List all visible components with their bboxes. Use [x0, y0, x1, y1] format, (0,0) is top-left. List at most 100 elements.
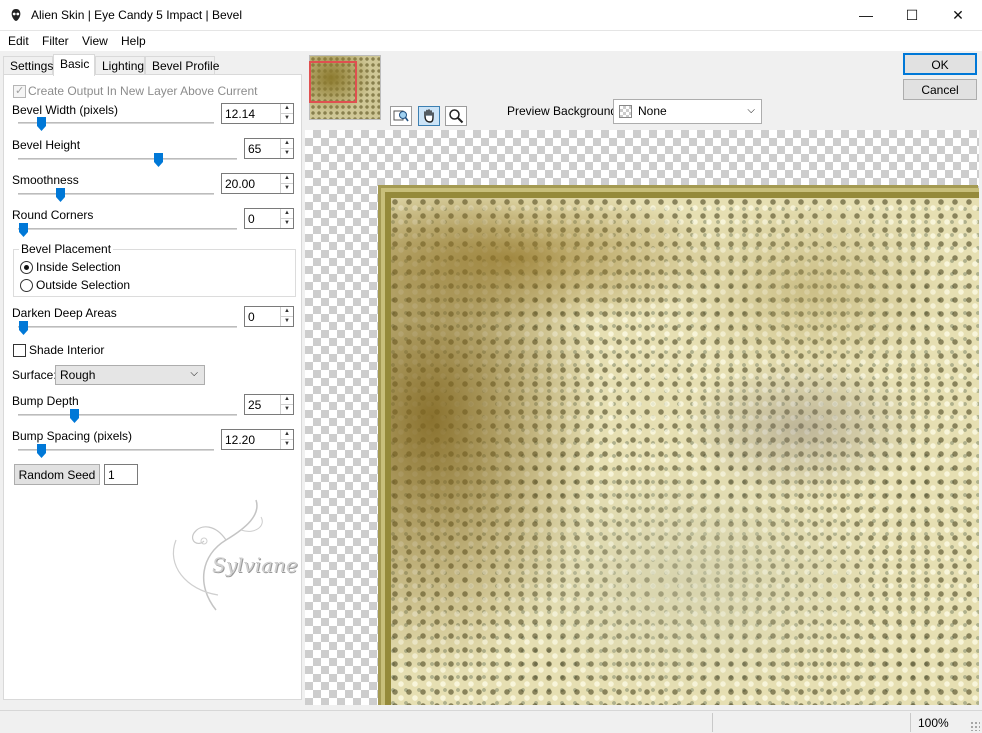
spin-up-icon[interactable]: ▲: [281, 209, 293, 218]
random-seed-button[interactable]: Random Seed: [14, 464, 100, 485]
minimize-button[interactable]: —: [843, 0, 889, 30]
menu-help[interactable]: Help: [121, 34, 146, 48]
resize-grip-icon[interactable]: [970, 721, 980, 731]
maximize-button[interactable]: ☐: [889, 0, 935, 30]
bevel-height-slider-track: [18, 158, 237, 160]
spin-up-icon[interactable]: ▲: [281, 307, 293, 316]
ok-button[interactable]: OK: [903, 53, 977, 75]
round-corners-stepper[interactable]: 0 ▲ ▼: [244, 208, 294, 229]
spin-down-icon[interactable]: ▼: [281, 183, 293, 193]
random-seed-value[interactable]: 1: [105, 465, 137, 484]
alien-skin-app-icon: [11, 9, 21, 21]
preview-background-dropdown[interactable]: None ⌵: [613, 99, 762, 124]
darken-deep-areas-slider-thumb[interactable]: [19, 321, 28, 335]
surface-dropdown[interactable]: Rough ⌵: [55, 365, 205, 385]
outside-selection-radio[interactable]: [20, 279, 33, 292]
darken-deep-areas-slider-track: [18, 326, 237, 328]
spin-down-icon[interactable]: ▼: [281, 439, 293, 449]
smoothness-slider-track: [18, 193, 214, 195]
hand-pan-icon[interactable]: [418, 106, 440, 126]
tab-lighting[interactable]: Lighting: [95, 56, 145, 75]
shade-interior-label[interactable]: Shade Interior: [29, 343, 104, 357]
bevel-height-label: Bevel Height: [12, 138, 81, 152]
status-bar: 100%: [0, 710, 982, 733]
spin-up-icon[interactable]: ▲: [281, 139, 293, 148]
basic-settings-panel: Create Output In New Layer Above Current…: [3, 74, 302, 700]
bump-depth-value[interactable]: 25: [245, 395, 280, 414]
watermark-signature: Sylviane: [212, 553, 298, 577]
outside-selection-label[interactable]: Outside Selection: [36, 278, 130, 292]
shade-interior-checkbox[interactable]: [13, 344, 26, 357]
round-corners-label: Round Corners: [12, 208, 94, 222]
spin-up-icon[interactable]: ▲: [281, 395, 293, 404]
tab-bevel-profile[interactable]: Bevel Profile: [145, 56, 219, 75]
chevron-down-icon: ⌵: [190, 368, 198, 379]
bump-spacing-slider-thumb[interactable]: [37, 444, 46, 458]
inside-selection-label[interactable]: Inside Selection: [36, 260, 121, 274]
bump-depth-slider-thumb[interactable]: [70, 409, 79, 423]
surface-label: Surface:: [12, 368, 57, 382]
bevel-placement-label: Bevel Placement: [19, 242, 114, 256]
spin-up-icon[interactable]: ▲: [281, 430, 293, 439]
bevel-height-stepper[interactable]: 65 ▲ ▼: [244, 138, 294, 159]
preview-background-label: Preview Background:: [507, 104, 621, 118]
random-seed-field[interactable]: 1: [104, 464, 138, 485]
chevron-down-icon: ⌵: [747, 105, 755, 116]
bevel-width-value[interactable]: 12.14: [222, 104, 280, 123]
bump-depth-slider-track: [18, 414, 237, 416]
navigator-viewport-rect[interactable]: [309, 61, 357, 103]
round-corners-slider-track: [18, 228, 237, 230]
create-output-label: Create Output In New Layer Above Current: [28, 84, 258, 98]
bevel-height-value[interactable]: 65: [245, 139, 280, 158]
preview-canvas[interactable]: [305, 130, 979, 705]
zoom-fit-icon[interactable]: [390, 106, 412, 126]
bump-spacing-stepper[interactable]: 12.20 ▲ ▼: [221, 429, 294, 450]
bevel-height-slider-thumb[interactable]: [154, 153, 163, 167]
bump-spacing-slider-track: [18, 449, 214, 451]
darken-deep-areas-stepper[interactable]: 0 ▲ ▼: [244, 306, 294, 327]
smoothness-stepper[interactable]: 20.00 ▲ ▼: [221, 173, 294, 194]
checker-swatch-icon: [619, 105, 632, 118]
bump-depth-label: Bump Depth: [12, 394, 79, 408]
spin-down-icon[interactable]: ▼: [281, 148, 293, 158]
sylviane-watermark: Sylviane: [156, 495, 301, 615]
surface-value: Rough: [60, 368, 96, 382]
spin-down-icon[interactable]: ▼: [281, 404, 293, 414]
spin-down-icon[interactable]: ▼: [281, 113, 293, 123]
zoom-level: 100%: [918, 716, 949, 730]
inside-selection-radio[interactable]: [20, 261, 33, 274]
spin-down-icon[interactable]: ▼: [281, 218, 293, 228]
darken-deep-areas-label: Darken Deep Areas: [12, 306, 117, 320]
bevel-width-slider-thumb[interactable]: [37, 117, 46, 131]
spin-up-icon[interactable]: ▲: [281, 174, 293, 183]
round-corners-value[interactable]: 0: [245, 209, 280, 228]
bump-spacing-label: Bump Spacing (pixels): [12, 429, 133, 443]
create-output-checkbox[interactable]: [13, 84, 26, 98]
bevel-preview-image: [385, 192, 979, 705]
smoothness-slider-thumb[interactable]: [56, 188, 65, 202]
bevel-width-slider-track: [18, 122, 214, 124]
status-separator: [910, 713, 911, 732]
darken-deep-areas-value[interactable]: 0: [245, 307, 280, 326]
status-separator: [712, 713, 713, 732]
tab-basic[interactable]: Basic: [53, 54, 95, 76]
tab-settings[interactable]: Settings: [3, 56, 53, 75]
cancel-button[interactable]: Cancel: [903, 79, 977, 100]
menu-edit[interactable]: Edit: [8, 34, 29, 48]
bump-depth-stepper[interactable]: 25 ▲ ▼: [244, 394, 294, 415]
round-corners-slider-thumb[interactable]: [19, 223, 28, 237]
preview-background-value: None: [638, 104, 667, 118]
bump-spacing-value[interactable]: 12.20: [222, 430, 280, 449]
title-bar: Alien Skin | Eye Candy 5 Impact | Bevel …: [0, 0, 982, 31]
spin-down-icon[interactable]: ▼: [281, 316, 293, 326]
smoothness-label: Smoothness: [12, 173, 79, 187]
spin-up-icon[interactable]: ▲: [281, 104, 293, 113]
navigator-thumbnail[interactable]: [309, 55, 381, 120]
magnifier-icon[interactable]: [445, 106, 467, 126]
bevel-width-stepper[interactable]: 12.14 ▲ ▼: [221, 103, 294, 124]
smoothness-value[interactable]: 20.00: [222, 174, 280, 193]
window-title: Alien Skin | Eye Candy 5 Impact | Bevel: [31, 8, 243, 22]
close-button[interactable]: ✕: [935, 0, 981, 30]
menu-view[interactable]: View: [82, 34, 108, 48]
menu-filter[interactable]: Filter: [42, 34, 69, 48]
